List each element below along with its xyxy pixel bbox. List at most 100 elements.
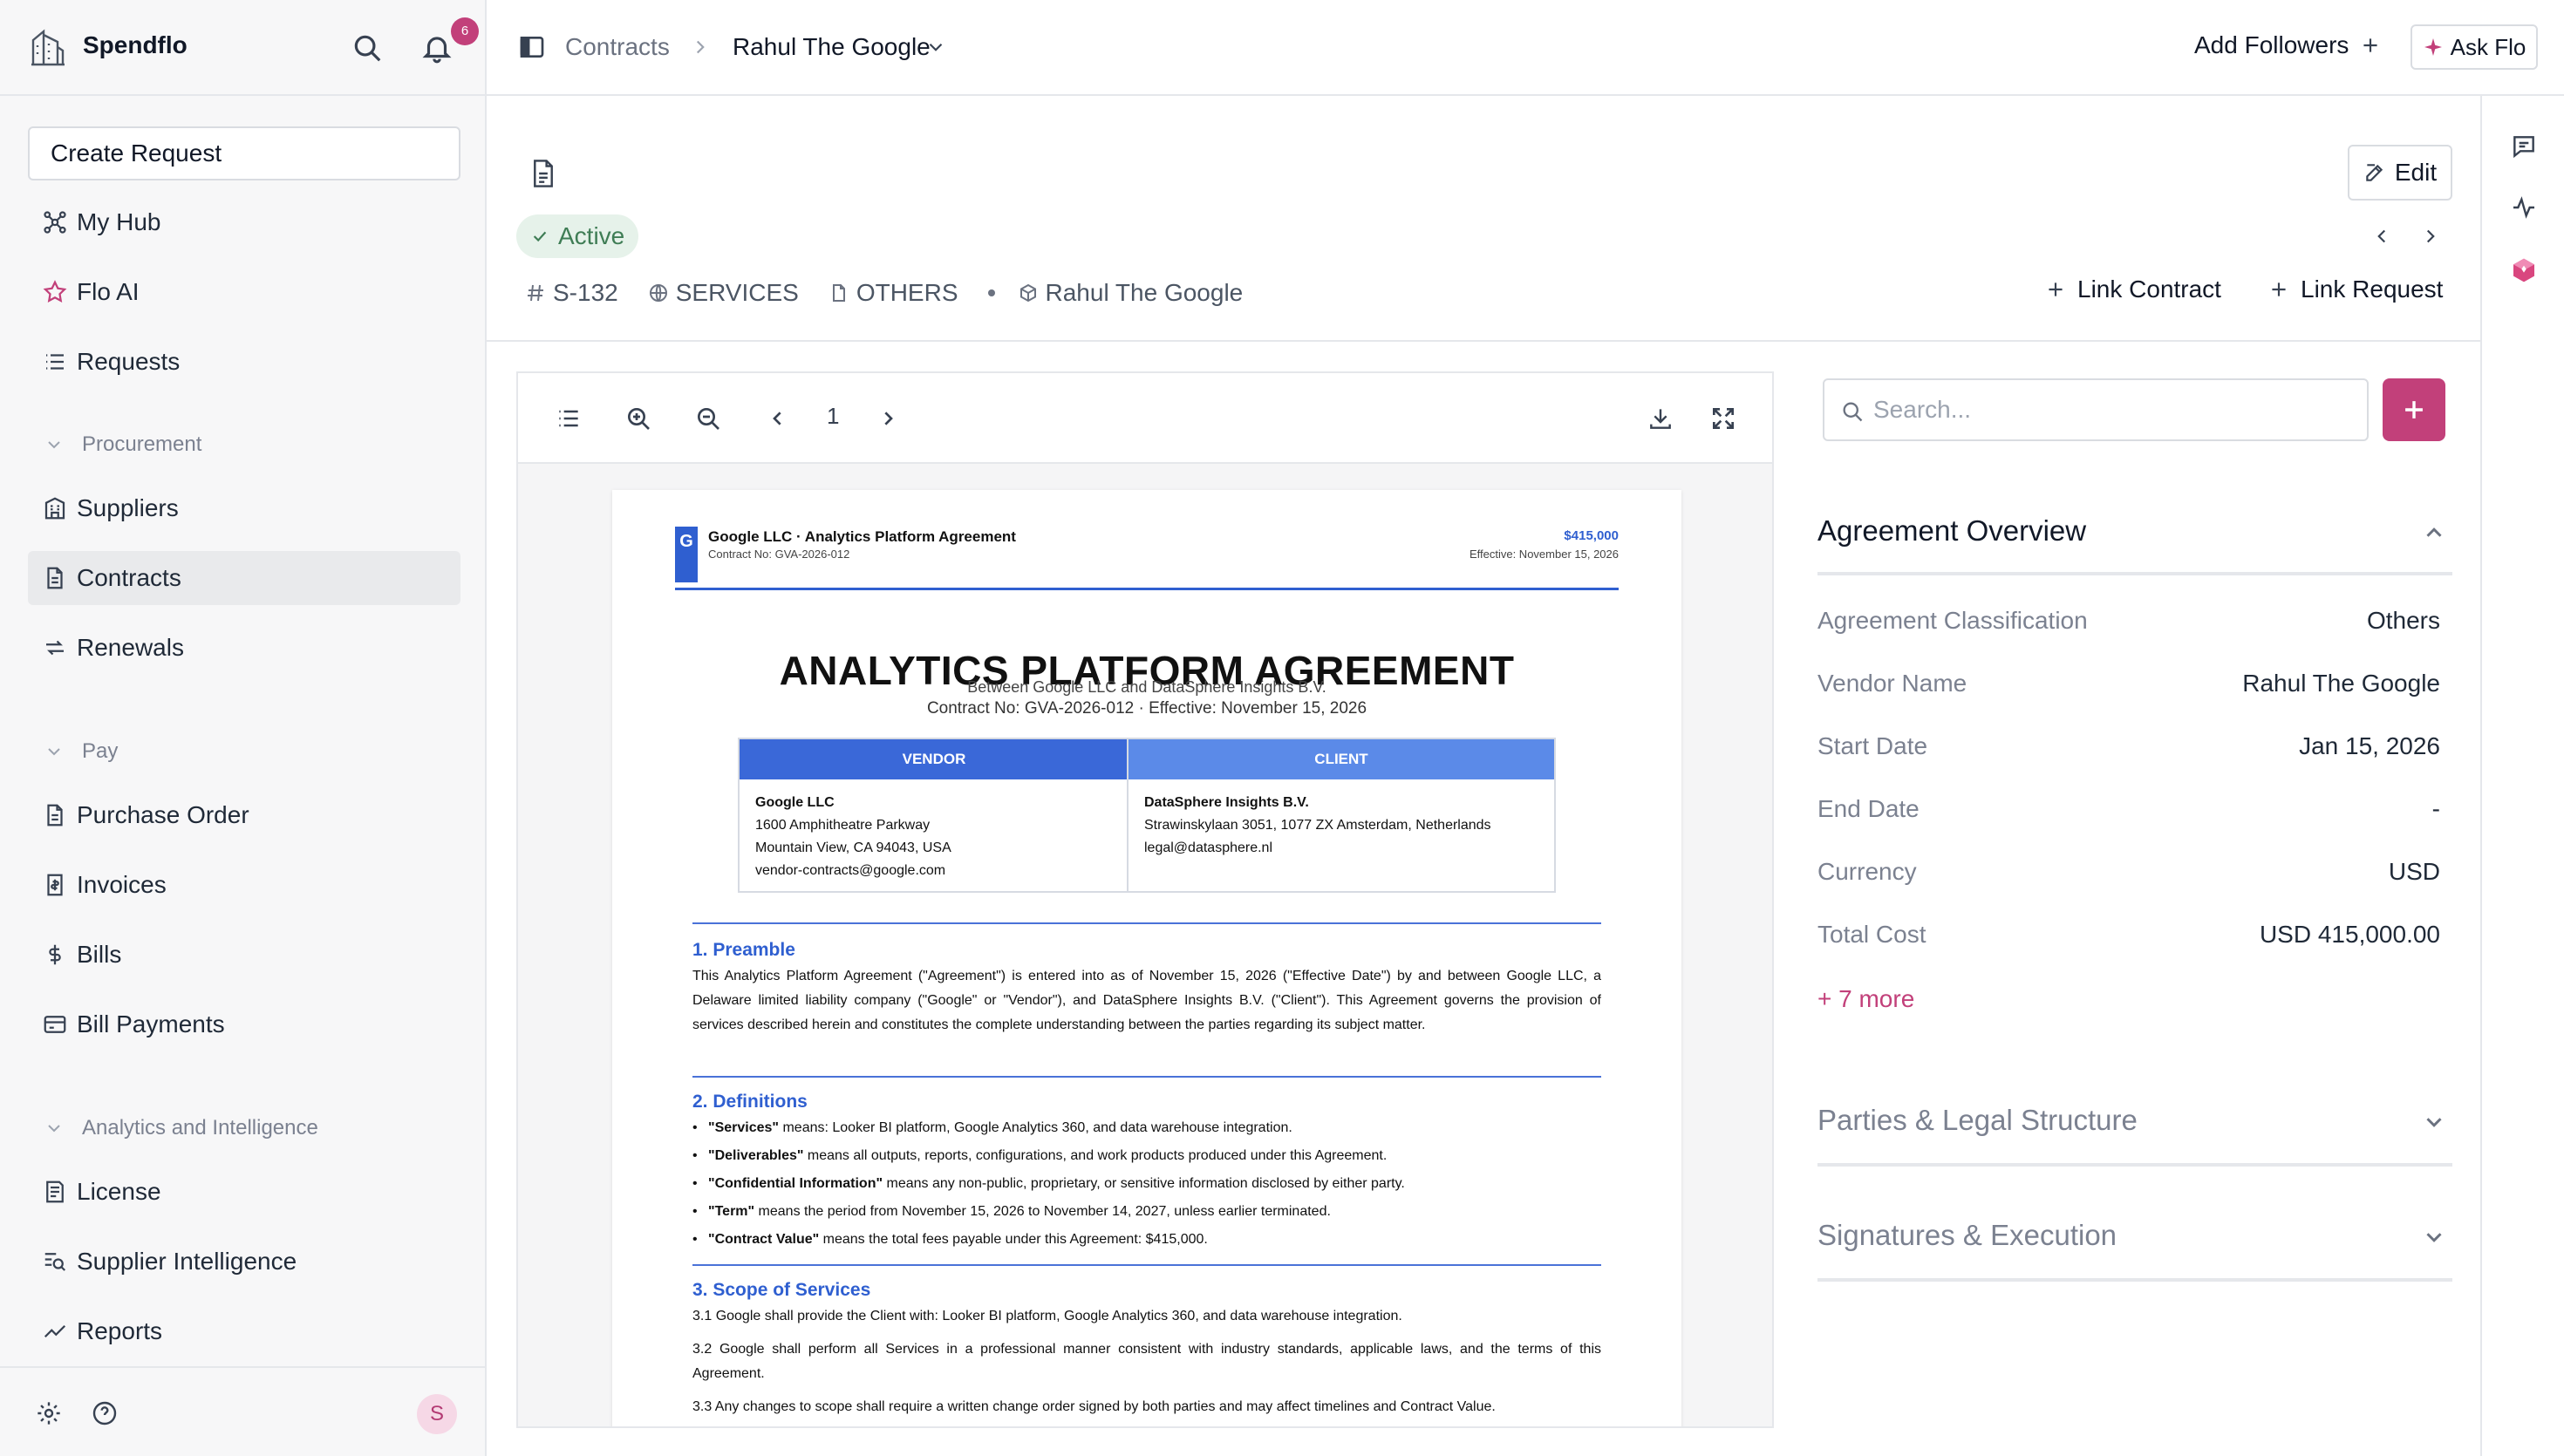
vendor-address-1: 1600 Amphitheatre Parkway: [755, 818, 931, 833]
edit-label: Edit: [2394, 159, 2438, 186]
section-pay[interactable]: Pay: [44, 739, 118, 764]
field-value: USD: [2388, 858, 2440, 885]
receipt-icon: [47, 874, 63, 896]
prev-page-icon[interactable]: [764, 405, 792, 432]
sidebar-item-label: Bill Payments: [77, 1010, 225, 1038]
ask-flo-button[interactable]: Ask Flo: [2411, 24, 2538, 70]
definition-text: means the total fees payable under this …: [819, 1232, 1208, 1247]
status-label: Active: [558, 222, 625, 249]
add-followers-label: Add Followers: [2194, 31, 2349, 58]
chevron-down-icon[interactable]: [2421, 1109, 2447, 1135]
search-field[interactable]: [1823, 378, 2369, 441]
sidebar-item-suppliers[interactable]: Suppliers: [28, 481, 460, 535]
create-request-button[interactable]: Create Request: [28, 126, 460, 180]
app-root: Spendflo 6 Create Request My Hub Flo AI …: [0, 0, 2564, 1456]
edit-button[interactable]: Edit: [2348, 145, 2452, 201]
document-viewer: 1 G Google LLC · Analytics Platform Agre…: [516, 371, 1774, 1428]
show-more-link[interactable]: + 7 more: [1817, 985, 1914, 1013]
sidebar-item-bills[interactable]: Bills: [28, 928, 460, 982]
field-label: End Date: [1817, 795, 1920, 822]
add-button[interactable]: [2383, 378, 2445, 441]
sidebar-item-flo-ai[interactable]: Flo AI: [28, 265, 460, 319]
sidebar-toggle-icon[interactable]: [518, 33, 546, 61]
brand-name: Spendflo: [83, 31, 188, 58]
help-icon[interactable]: [91, 1399, 119, 1427]
section-procurement[interactable]: Procurement: [44, 432, 201, 457]
sidebar-item-contracts[interactable]: Contracts: [28, 551, 460, 605]
activity-icon[interactable]: [2510, 194, 2538, 221]
sidebar-item-renewals[interactable]: Renewals: [28, 621, 460, 675]
sidebar-item-license[interactable]: License: [28, 1165, 460, 1219]
expand-icon[interactable]: [1709, 405, 1737, 432]
section-label: Analytics and Intelligence: [82, 1116, 318, 1140]
vendor-details: Google LLC 1600 Amphitheatre Parkway Mou…: [755, 792, 951, 882]
sidebar-footer: S: [0, 1366, 485, 1456]
chevron-left-icon[interactable]: [2370, 225, 2393, 248]
breadcrumb-contracts[interactable]: Contracts: [565, 33, 670, 61]
link-contract-label: Link Contract: [2077, 276, 2221, 303]
contract-id: S-132: [525, 279, 618, 307]
download-icon[interactable]: [1647, 405, 1674, 432]
sidebar-item-supplier-intelligence[interactable]: Supplier Intelligence: [28, 1235, 460, 1289]
bell-icon[interactable]: [420, 31, 453, 65]
search-input[interactable]: [1873, 392, 2344, 427]
definition-item: • "Services" means: Looker BI platform, G…: [692, 1120, 1292, 1135]
gear-icon[interactable]: [35, 1399, 63, 1427]
link-contract-button[interactable]: Link Contract: [2044, 276, 2221, 303]
hash-icon: [528, 284, 543, 302]
zoom-out-icon[interactable]: [694, 405, 722, 432]
agreement-overview-header[interactable]: Agreement Overview: [1817, 514, 2086, 548]
page-number[interactable]: 1: [827, 403, 839, 430]
client-details: DataSphere Insights B.V. Strawinskylaan …: [1144, 792, 1491, 860]
zoom-in-icon[interactable]: [624, 405, 652, 432]
add-followers-button[interactable]: Add Followers: [2194, 31, 2382, 59]
plus-icon: [2405, 401, 2423, 418]
breadcrumb-current[interactable]: Rahul The Google: [733, 33, 931, 61]
parties-section-header[interactable]: Parties & Legal Structure: [1817, 1104, 2138, 1137]
section-3-p2: 3.2 Google shall perform all Services in…: [692, 1342, 1601, 1381]
doc-header-effective: Effective: November 15, 2026: [1469, 548, 1619, 561]
vendor-name: Google LLC: [755, 795, 835, 810]
parties-table: VENDOR CLIENT Google LLC 1600 Amphitheat…: [738, 738, 1556, 893]
sidebar-item-reports[interactable]: Reports: [28, 1304, 460, 1358]
link-request-button[interactable]: Link Request: [2267, 276, 2443, 303]
right-rail: [2480, 96, 2564, 1456]
doc-header-amount: $415,000: [1564, 528, 1619, 543]
definition-item: • "Deliverables" means all outputs, repor…: [692, 1148, 1388, 1163]
ask-flo-label: Ask Flo: [2450, 33, 2526, 60]
client-header: CLIENT: [1129, 739, 1554, 779]
avatar[interactable]: S: [417, 1394, 457, 1434]
sidebar-item-bill-payments[interactable]: Bill Payments: [28, 997, 460, 1051]
document-icon: [534, 160, 553, 187]
contract-vendor[interactable]: Rahul The Google: [1018, 279, 1243, 307]
section-analytics[interactable]: Analytics and Intelligence: [44, 1116, 318, 1140]
sidebar-item-purchase-order[interactable]: Purchase Order: [28, 788, 460, 842]
next-page-icon[interactable]: [874, 405, 902, 432]
doc-rule: [675, 588, 1619, 590]
vendor-email: vendor-contracts@google.com: [755, 863, 946, 878]
chevron-down-icon[interactable]: [924, 36, 947, 58]
search-icon[interactable]: [351, 31, 384, 65]
chevron-down-icon[interactable]: [2421, 1224, 2447, 1250]
chevron-right-icon[interactable]: [2419, 225, 2442, 248]
section-1-title: 1. Preamble: [692, 940, 795, 960]
sidebar-item-label: Purchase Order: [77, 801, 249, 828]
sidebar-item-invoices[interactable]: Invoices: [28, 858, 460, 912]
section-rule: [692, 922, 1601, 924]
section-2-title: 2. Definitions: [692, 1092, 808, 1112]
sidebar-item-my-hub[interactable]: My Hub: [28, 195, 460, 249]
search-list-icon: [44, 1253, 66, 1271]
outline-list-icon[interactable]: [555, 405, 583, 432]
flo-cube-icon[interactable]: [2510, 256, 2538, 284]
sidebar-item-requests[interactable]: Requests: [28, 335, 460, 389]
field-label: Agreement Classification: [1817, 607, 2088, 634]
signatures-section-header[interactable]: Signatures & Execution: [1817, 1219, 2117, 1252]
comment-icon[interactable]: [2510, 133, 2538, 160]
license-icon: [46, 1180, 64, 1203]
chevron-up-icon[interactable]: [2421, 520, 2447, 546]
trend-icon: [44, 1324, 66, 1338]
definitions-list: • "Services" means: Looker BI platform, G…: [692, 1114, 1601, 1254]
google-logo: G: [675, 527, 698, 582]
definition-text: means all outputs, reports, configuratio…: [803, 1148, 1388, 1163]
client-email: legal@datasphere.nl: [1144, 840, 1273, 855]
